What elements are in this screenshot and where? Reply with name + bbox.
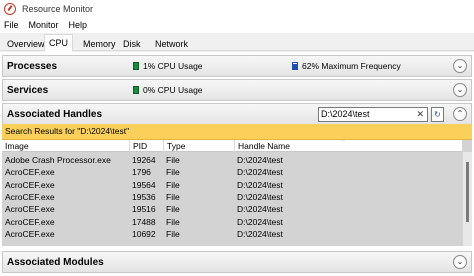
modules-title: Associated Modules	[7, 256, 104, 268]
column-type[interactable]: Type	[163, 140, 185, 152]
table-row[interactable]: AcroCEF.exe 10692 File D:\2024\test	[2, 228, 462, 240]
column-image[interactable]: Image	[2, 140, 29, 152]
expand-modules-chevron-icon[interactable]: ⌄	[453, 255, 467, 269]
cell-type: File	[166, 228, 180, 239]
cpu-usage-swatch-icon	[133, 86, 139, 94]
cell-pid: 19264	[132, 155, 156, 165]
window-title: Resource Monitor	[22, 3, 94, 14]
handles-title: Associated Handles	[7, 108, 103, 120]
cell-image: AcroCEF.exe	[5, 216, 55, 227]
table-row[interactable]: AcroCEF.exe 17488 File D:\2024\test	[2, 216, 462, 228]
processes-cpu-usage-text: 1% CPU Usage	[143, 61, 203, 71]
max-frequency-swatch-icon	[292, 62, 298, 70]
cpu-tab-content: Processes 1% CPU Usage 62% Maximum Frequ…	[0, 52, 474, 276]
sort-arrow-icon: ⌃	[340, 140, 346, 146]
menu-bar: File Monitor Help	[0, 17, 474, 33]
table-row[interactable]: AcroCEF.exe 19516 File D:\2024\test	[2, 203, 462, 215]
expand-processes-chevron-icon[interactable]: ⌄	[453, 59, 467, 73]
cell-image: AcroCEF.exe	[5, 204, 55, 215]
cell-pid: 17488	[132, 216, 156, 227]
menu-file[interactable]: File	[4, 20, 19, 30]
cell-type: File	[166, 191, 180, 202]
cell-handle-name: D:\2024\test	[237, 167, 283, 178]
cell-type: File	[166, 216, 180, 227]
cell-type: File	[166, 155, 180, 165]
menu-monitor[interactable]: Monitor	[29, 20, 59, 30]
cpu-usage-swatch-icon	[133, 62, 139, 70]
table-row[interactable]: AcroCEF.exe 19564 File D:\2024\test	[2, 179, 462, 191]
scrollbar-thumb[interactable]	[466, 162, 469, 222]
tab-bar: Overview CPU Memory Disk Network	[0, 33, 474, 52]
modules-header[interactable]: Associated Modules ⌄	[2, 251, 472, 273]
handles-header[interactable]: Associated Handles D:\2024\test ✕ ↻ ⌃	[2, 103, 472, 125]
table-row[interactable]: AcroCEF.exe 19536 File D:\2024\test	[2, 191, 462, 203]
cell-type: File	[166, 204, 180, 215]
cell-pid: 19536	[132, 191, 156, 202]
processes-cpu-usage: 1% CPU Usage	[133, 61, 203, 71]
cell-type: File	[166, 167, 180, 178]
search-refresh-icon[interactable]: ↻	[431, 107, 444, 122]
cell-handle-name: D:\2024\test	[237, 179, 283, 190]
processes-max-frequency: 62% Maximum Frequency	[292, 61, 401, 71]
services-title: Services	[7, 84, 49, 96]
column-pid[interactable]: PID	[129, 140, 147, 152]
vertical-scrollbar[interactable]	[463, 152, 472, 246]
cell-image: Adobe Crash Processor.exe	[5, 155, 111, 165]
clear-search-icon[interactable]: ✕	[416, 108, 424, 121]
cell-handle-name: D:\2024\test	[237, 155, 283, 165]
services-cpu-usage-text: 0% CPU Usage	[143, 85, 203, 95]
cell-pid: 1796	[132, 167, 151, 178]
tab-cpu[interactable]: CPU	[44, 34, 74, 52]
cell-handle-name: D:\2024\test	[237, 216, 283, 227]
table-row[interactable]: AcroCEF.exe 1796 File D:\2024\test	[2, 166, 462, 178]
cell-image: AcroCEF.exe	[5, 191, 55, 202]
cell-handle-name: D:\2024\test	[237, 191, 283, 202]
column-handle-name[interactable]: Handle Name	[234, 140, 290, 152]
services-cpu-usage: 0% CPU Usage	[133, 85, 203, 95]
cell-image: AcroCEF.exe	[5, 167, 55, 178]
services-header[interactable]: Services 0% CPU Usage ⌄	[2, 79, 472, 101]
handles-table-header: Image PID Type Handle Name ⌃	[2, 140, 462, 152]
tab-disk[interactable]: Disk	[118, 36, 146, 51]
cell-pid: 19564	[132, 179, 156, 190]
resource-monitor-icon	[4, 2, 16, 15]
cell-handle-name: D:\2024\test	[237, 228, 283, 239]
tab-overview[interactable]: Overview	[2, 36, 50, 51]
processes-header[interactable]: Processes 1% CPU Usage 62% Maximum Frequ…	[2, 55, 472, 77]
expand-services-chevron-icon[interactable]: ⌄	[453, 83, 467, 97]
search-results-bar: Search Results for "D:\2024\test"	[2, 124, 472, 140]
cell-type: File	[166, 179, 180, 190]
handles-table: Image PID Type Handle Name ⌃ Adobe Crash…	[2, 140, 472, 246]
cell-pid: 10692	[132, 228, 156, 239]
handles-search-value: D:\2024\test	[321, 109, 370, 119]
title-bar: Resource Monitor	[0, 0, 474, 17]
table-row[interactable]: Adobe Crash Processor.exe 19264 File D:\202…	[2, 154, 462, 166]
cell-image: AcroCEF.exe	[5, 179, 55, 190]
menu-help[interactable]: Help	[69, 20, 88, 30]
cell-pid: 19516	[132, 204, 156, 215]
handles-search-input[interactable]: D:\2024\test ✕	[318, 107, 428, 122]
tab-memory[interactable]: Memory	[78, 36, 121, 51]
processes-title: Processes	[7, 60, 58, 72]
cell-image: AcroCEF.exe	[5, 228, 55, 239]
processes-max-frequency-text: 62% Maximum Frequency	[302, 61, 401, 71]
collapse-handles-chevron-icon[interactable]: ⌃	[453, 107, 467, 121]
tab-network[interactable]: Network	[150, 36, 193, 51]
cell-handle-name: D:\2024\test	[237, 204, 283, 215]
